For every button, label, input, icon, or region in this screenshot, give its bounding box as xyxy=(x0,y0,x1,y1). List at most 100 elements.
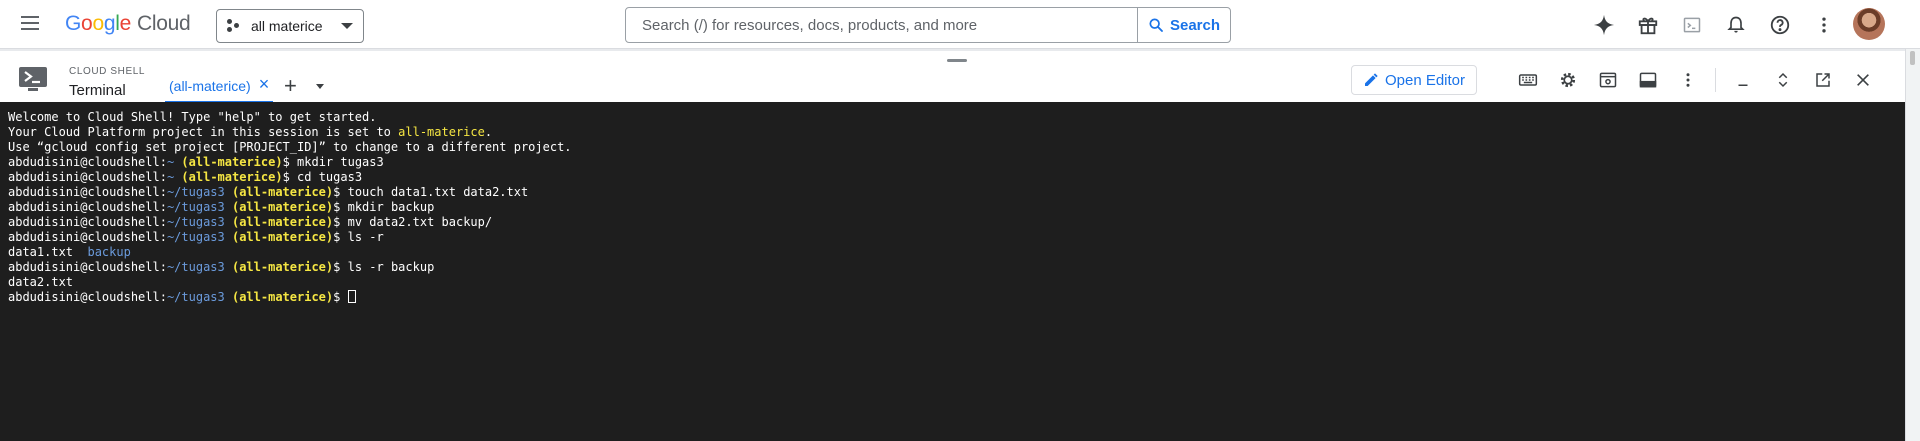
tab-close-icon[interactable]: × xyxy=(259,73,270,95)
toolbar-divider xyxy=(1715,68,1716,92)
search-input[interactable] xyxy=(626,8,1137,42)
terminal-line: abdudisini@cloudshell:~/tugas3 (all-mate… xyxy=(8,215,1905,230)
command-text: mkdir tugas3 xyxy=(297,155,384,169)
restore-size-icon[interactable] xyxy=(1770,67,1796,93)
command-text: mkdir backup xyxy=(347,200,435,214)
tab-label: (all-materice) xyxy=(169,78,251,94)
minimize-icon[interactable] xyxy=(1730,67,1756,93)
pencil-icon xyxy=(1364,73,1378,86)
google-cloud-logo[interactable]: Google Cloud xyxy=(65,12,191,36)
terminal-output[interactable]: Welcome to Cloud Shell! Type "help" to g… xyxy=(0,102,1905,441)
prompt-user: abdudisini@cloudshell: xyxy=(8,230,167,244)
terminal-line: data2.txt xyxy=(8,275,1905,290)
top-icons xyxy=(1590,11,1854,39)
logo-product-name: Cloud xyxy=(136,12,191,35)
search-button-label: Search xyxy=(1169,16,1221,34)
add-tab-icon[interactable]: + xyxy=(284,73,297,99)
more-vert-icon[interactable] xyxy=(1675,67,1701,93)
command-text: ls -r backup xyxy=(347,260,435,274)
caret-down-icon xyxy=(341,23,353,29)
settings-gear-icon[interactable] xyxy=(1555,67,1581,93)
scrollbar-thumb[interactable] xyxy=(1910,51,1915,65)
close-icon[interactable] xyxy=(1850,67,1876,93)
search-icon xyxy=(1149,18,1163,32)
prompt-path: ~/tugas3 xyxy=(166,230,225,244)
prompt-user: abdudisini@cloudshell: xyxy=(8,215,167,229)
welcome-text: Use “gcloud config set project [PROJECT_… xyxy=(8,140,572,154)
logo-letter: e xyxy=(119,12,132,35)
prompt-path: ~/tugas3 xyxy=(166,215,225,229)
output-file: data2.txt xyxy=(8,275,74,289)
prompt-symbol: $ xyxy=(282,155,298,169)
terminal-line: abdudisini@cloudshell:~/tugas3 (all-mate… xyxy=(8,290,1905,305)
keyboard-icon[interactable] xyxy=(1515,67,1541,93)
command-text: mv data2.txt backup/ xyxy=(347,215,493,229)
terminal-line: data1.txt backup xyxy=(8,245,1905,260)
search-button[interactable]: Search xyxy=(1137,8,1230,42)
prompt-project: (all-materice) xyxy=(181,170,283,184)
prompt-path: ~/tugas3 xyxy=(166,260,225,274)
terminal-line: abdudisini@cloudshell:~/tugas3 (all-mate… xyxy=(8,200,1905,215)
prompt-user: abdudisini@cloudshell: xyxy=(8,260,167,274)
prompt-symbol: $ xyxy=(282,170,298,184)
project-picker-button[interactable]: all materice xyxy=(216,9,364,43)
welcome-text: . xyxy=(484,125,493,139)
prompt-symbol: $ xyxy=(333,215,348,229)
prompt-project: (all-materice) xyxy=(181,155,283,169)
terminal-icon[interactable] xyxy=(1678,11,1706,39)
hamburger-menu-icon[interactable] xyxy=(18,12,42,36)
terminal-tab-all-materice[interactable]: (all-materice) × xyxy=(165,73,274,104)
terminal-line: abdudisini@cloudshell:~/tugas3 (all-mate… xyxy=(8,230,1905,245)
project-picker-label: all materice xyxy=(251,18,323,34)
help-icon[interactable] xyxy=(1766,11,1794,39)
prompt-symbol: $ xyxy=(333,185,348,199)
prompt-user: abdudisini@cloudshell: xyxy=(8,170,167,184)
terminal-line: abdudisini@cloudshell:~ (all-materice)$ … xyxy=(8,170,1905,185)
resize-handle[interactable] xyxy=(947,59,967,62)
prompt-user: abdudisini@cloudshell: xyxy=(8,185,167,199)
prompt-user: abdudisini@cloudshell: xyxy=(8,200,167,214)
more-vert-icon[interactable] xyxy=(1810,11,1838,39)
page-scrollbar[interactable] xyxy=(1905,49,1920,441)
prompt-path: ~/tugas3 xyxy=(166,185,225,199)
account-avatar[interactable] xyxy=(1853,8,1885,40)
shell-toolbar xyxy=(1515,67,1890,93)
terminal-line: Your Cloud Platform project in this sess… xyxy=(8,125,1905,140)
prompt-path: ~/tugas3 xyxy=(166,290,225,304)
gemini-spark-icon[interactable] xyxy=(1590,11,1618,39)
cloud-shell-header: CLOUD SHELL Terminal (all-materice) × + … xyxy=(0,49,1905,104)
terminal-cursor[interactable] xyxy=(347,290,356,303)
prompt-project: (all-materice) xyxy=(231,185,334,199)
welcome-text: Welcome to Cloud Shell! Type "help" to g… xyxy=(8,110,377,124)
terminal-line: abdudisini@cloudshell:~ (all-materice)$ … xyxy=(8,155,1905,170)
bell-icon[interactable] xyxy=(1722,11,1750,39)
prompt-symbol: $ xyxy=(333,290,348,304)
project-id-highlight: all-materice xyxy=(398,125,485,139)
prompt-path: ~/tugas3 xyxy=(166,200,225,214)
split-panel-icon[interactable] xyxy=(1635,67,1661,93)
prompt-project: (all-materice) xyxy=(231,200,334,214)
terminal-title: Terminal xyxy=(69,82,126,99)
prompt-symbol: $ xyxy=(333,200,348,214)
logo-letter: o xyxy=(81,12,93,35)
gift-icon[interactable] xyxy=(1634,11,1662,39)
command-text: ls -r xyxy=(347,230,384,244)
open-editor-button[interactable]: Open Editor xyxy=(1351,65,1477,95)
prompt-user: abdudisini@cloudshell: xyxy=(8,155,167,169)
open-editor-label: Open Editor xyxy=(1384,71,1466,89)
cloud-shell-label: CLOUD SHELL xyxy=(69,66,146,77)
prompt-path: ~ xyxy=(166,170,175,184)
logo-letter: g xyxy=(103,12,116,35)
search-bar: Search xyxy=(625,7,1231,43)
prompt-path: ~ xyxy=(166,155,175,169)
command-text: touch data1.txt data2.txt xyxy=(347,185,529,199)
tab-menu-chevron-down-icon[interactable] xyxy=(316,84,324,89)
prompt-symbol: $ xyxy=(333,260,348,274)
terminal-line: abdudisini@cloudshell:~/tugas3 (all-mate… xyxy=(8,185,1905,200)
web-preview-icon[interactable] xyxy=(1595,67,1621,93)
logo-letter: o xyxy=(92,12,104,35)
open-new-window-icon[interactable] xyxy=(1810,67,1836,93)
welcome-text: Your Cloud Platform project in this sess… xyxy=(8,125,399,139)
cloud-shell-icon xyxy=(19,67,47,91)
prompt-symbol: $ xyxy=(333,230,348,244)
